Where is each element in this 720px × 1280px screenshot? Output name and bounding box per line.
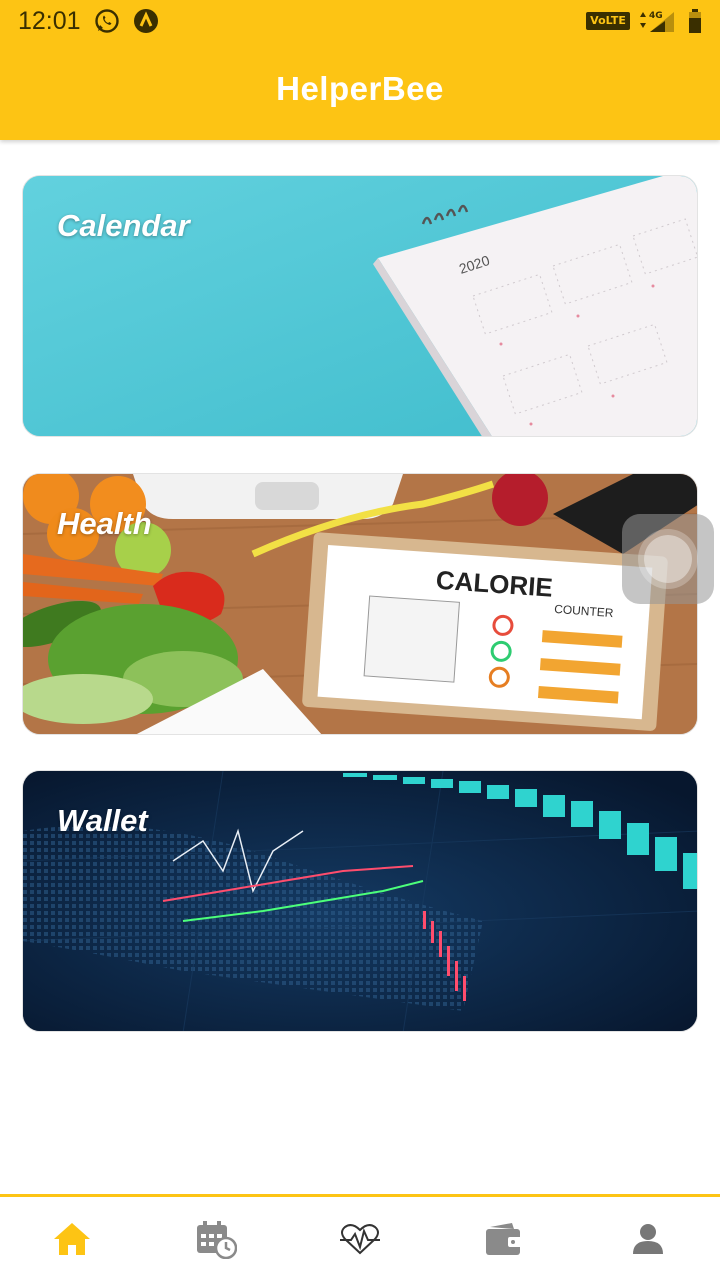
bottom-navigation — [0, 1194, 720, 1280]
nav-profile[interactable] — [624, 1215, 672, 1263]
network-type-label: 4G — [649, 11, 663, 21]
health-card-label: Health — [57, 506, 152, 541]
nav-calendar[interactable] — [192, 1215, 240, 1263]
heartbeat-icon — [340, 1224, 380, 1255]
home-icon — [54, 1223, 90, 1255]
assistive-touch-icon — [644, 535, 692, 583]
signal-icon: 4G — [638, 8, 676, 39]
calendar-clock-icon — [197, 1221, 237, 1259]
page-title: HelperBee — [276, 70, 444, 107]
calendar-card[interactable]: 2020 Calendar — [22, 175, 698, 437]
app-header: 12:01 VoLTE 4G HelperBee — [0, 0, 720, 140]
whatsapp-icon — [94, 8, 120, 39]
volte-badge: VoLTE — [586, 12, 630, 30]
nav-home[interactable] — [48, 1215, 96, 1263]
wallet-card-label: Wallet — [57, 803, 148, 838]
wallet-icon — [486, 1223, 522, 1255]
status-bar: 12:01 VoLTE 4G — [0, 0, 720, 44]
profile-icon — [633, 1224, 663, 1254]
nav-health[interactable] — [336, 1215, 384, 1263]
wallet-card[interactable]: Wallet — [22, 770, 698, 1032]
calendar-card-label: Calendar — [57, 208, 190, 243]
health-card[interactable]: CALORIE COUNTER Health — [22, 473, 698, 735]
app-notification-icon — [133, 8, 159, 39]
battery-icon — [688, 9, 702, 38]
nav-wallet[interactable] — [480, 1215, 528, 1263]
assistive-touch-button[interactable] — [622, 514, 714, 604]
status-time: 12:01 — [18, 7, 81, 35]
